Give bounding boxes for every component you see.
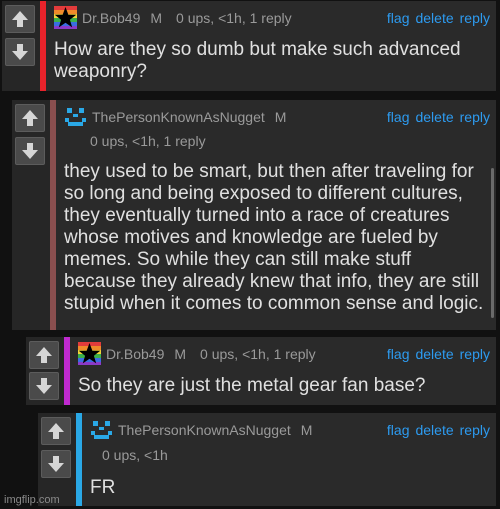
delete-link[interactable]: delete (415, 109, 453, 125)
comment-stats: 0 ups, <1h (102, 447, 168, 463)
comment-card: ThePersonKnownAsNugget M flag delete reply … (12, 100, 496, 330)
comment-text: How are they so dumb but make such advan… (54, 39, 461, 82)
vote-column (26, 337, 64, 405)
user-badge: M (300, 422, 313, 438)
downvote-button[interactable] (5, 38, 35, 66)
username[interactable]: Dr.Bob49 (106, 346, 164, 362)
reply-link[interactable]: reply (460, 10, 490, 26)
vote-column (2, 1, 40, 91)
thread-bar (50, 100, 56, 330)
watermark: imgflip.com (4, 494, 60, 506)
comment-text: they used to be smart, but then after tr… (64, 161, 484, 314)
vote-column (38, 413, 76, 506)
username[interactable]: Dr.Bob49 (82, 10, 140, 26)
arrow-up-icon (12, 11, 28, 27)
pixel-smiley-avatar-icon[interactable] (64, 105, 87, 128)
downvote-button[interactable] (41, 450, 71, 478)
comment-text: FR (90, 477, 116, 498)
comment-actions: flag delete reply (381, 346, 490, 362)
delete-link[interactable]: delete (415, 10, 453, 26)
delete-link[interactable]: delete (415, 346, 453, 362)
upvote-button[interactable] (5, 5, 35, 33)
downvote-button[interactable] (15, 137, 45, 165)
flag-link[interactable]: flag (387, 10, 410, 26)
comment-stats: 0 ups, <1h, 1 reply (90, 133, 206, 149)
comment-card: ThePersonKnownAsNugget M flag delete reply … (38, 413, 496, 506)
comment-stats: 0 ups, <1h, 1 reply (200, 346, 316, 362)
thread-bar (40, 1, 46, 91)
reply-link[interactable]: reply (460, 109, 490, 125)
pixel-smiley-avatar-icon[interactable] (90, 418, 113, 441)
thread-bar (64, 337, 70, 405)
thread-bar (76, 413, 82, 506)
username[interactable]: ThePersonKnownAsNugget (92, 109, 265, 125)
arrow-down-icon (22, 143, 38, 159)
comment-actions: flag delete reply (381, 109, 490, 125)
rainbow-star-avatar-icon[interactable] (78, 342, 101, 365)
user-badge: M (174, 346, 187, 362)
arrow-up-icon (48, 423, 64, 439)
delete-link[interactable]: delete (415, 422, 453, 438)
flag-link[interactable]: flag (387, 109, 410, 125)
comment-header: Dr.Bob49 M 0 ups, <1h, 1 reply flag delete r… (78, 342, 490, 366)
flag-link[interactable]: flag (387, 346, 410, 362)
upvote-button[interactable] (41, 417, 71, 445)
vote-column (12, 100, 50, 330)
scrollbar[interactable] (491, 168, 494, 318)
upvote-button[interactable] (15, 104, 45, 132)
reply-link[interactable]: reply (460, 346, 490, 362)
reply-link[interactable]: reply (460, 422, 490, 438)
user-badge: M (150, 10, 163, 26)
arrow-up-icon (22, 110, 38, 126)
comment-text: So they are just the metal gear fan base… (78, 375, 426, 396)
comment-header: ThePersonKnownAsNugget M flag delete reply (90, 418, 490, 442)
comment-header: ThePersonKnownAsNugget M flag delete reply (64, 105, 490, 129)
downvote-button[interactable] (29, 372, 59, 400)
comment-card: Dr.Bob49 M 0 ups, <1h, 1 reply flag delete r… (2, 1, 496, 91)
comment-stats: 0 ups, <1h, 1 reply (176, 10, 292, 26)
arrow-down-icon (12, 44, 28, 60)
upvote-button[interactable] (29, 341, 59, 369)
comment-actions: flag delete reply (381, 10, 490, 26)
rainbow-star-avatar-icon[interactable] (54, 6, 77, 29)
user-badge: M (274, 109, 287, 125)
comment-actions: flag delete reply (381, 422, 490, 438)
flag-link[interactable]: flag (387, 422, 410, 438)
comment-header: Dr.Bob49 M 0 ups, <1h, 1 reply flag delete r… (54, 6, 490, 30)
arrow-down-icon (36, 378, 52, 394)
username[interactable]: ThePersonKnownAsNugget (118, 422, 291, 438)
comment-card: Dr.Bob49 M 0 ups, <1h, 1 reply flag delete r… (26, 337, 496, 405)
arrow-up-icon (36, 347, 52, 363)
arrow-down-icon (48, 456, 64, 472)
